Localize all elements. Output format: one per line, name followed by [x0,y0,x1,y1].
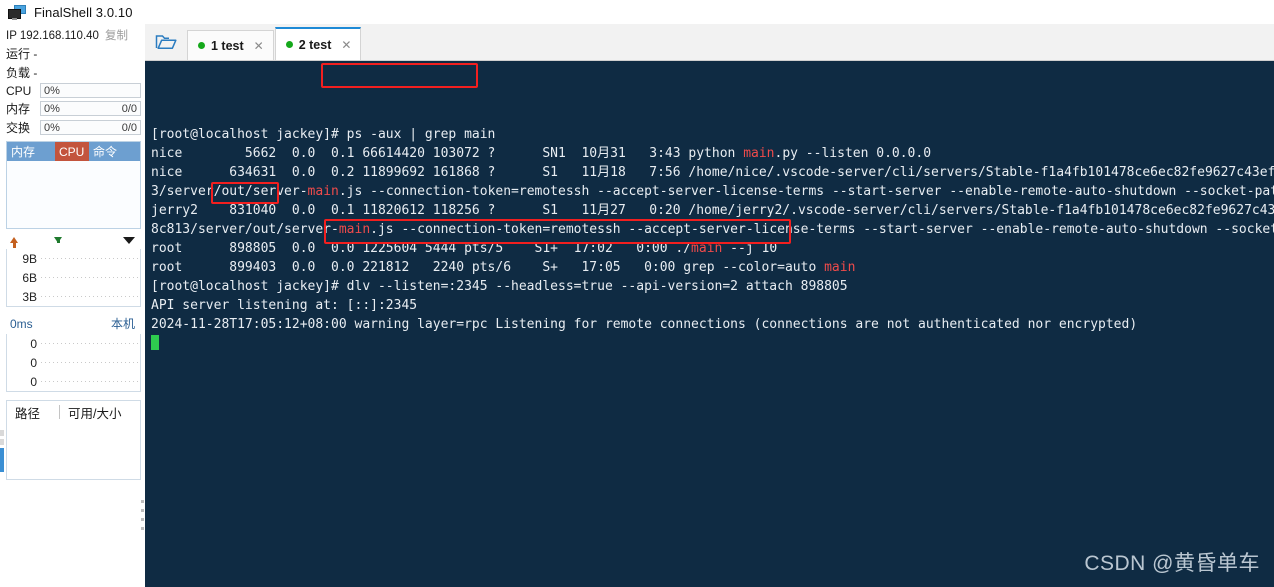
upload-arrow-icon [10,237,18,248]
window-title: FinalShell 3.0.10 [34,4,133,20]
swap-meter-row: 交换 0% 0/0 [0,118,145,137]
network-tick-3b: 3B [22,289,37,304]
line-proc-jerry2: jerry2 831040 0.0 0.1 11820612 118256 ? … [151,201,1274,220]
tab-1-test-close-icon[interactable]: ✕ [254,39,264,53]
cpu-meter-row: CPU 0% [0,82,145,99]
block-cursor-icon [151,335,159,350]
memory-meter-detail: 0/0 [121,102,137,115]
host-ip-row: IP 192.168.110.40 复制 [0,24,145,44]
terminal-text: root 899403 0.0 0.0 221812 2240 pts/6 S+… [151,260,825,275]
network-graph: 9B 6B 3B [6,249,141,307]
tab-1-test-label: 1 test [211,38,244,53]
tab-status-dot-icon [285,41,293,48]
disk-table[interactable]: 路径 可用/大小 [6,400,141,480]
terminal-match-highlight: main [743,146,775,161]
sidebar-scroll-strip[interactable] [0,430,4,587]
line-proc-nice-5662: nice 5662 0.0 0.1 66614420 103072 ? SN1 … [151,144,1274,163]
line-api-listening: API server listening at: [::]:2345 [151,296,1274,315]
terminal-text: --j 10 [722,241,778,256]
network-graph-panel: 9B 6B 3B [6,231,141,307]
swap-meter-detail: 0/0 [121,121,137,134]
terminal-text: .py --listen 0.0.0.0 [774,146,932,161]
latency-tick-3: 0 [30,374,37,389]
memory-meter-row: 内存 0% 0/0 [0,99,145,118]
terminal-pane: 1 test ✕ 2 test ✕ [root@localhost jackey… [145,24,1274,587]
terminal-text: 8c813/server/out/server- [151,222,339,237]
terminal-match-highlight: main [338,222,371,237]
network-graph-toolbar [6,231,141,249]
uptime-status: 运行 - [6,47,38,61]
cpu-meter-bar: 0% [40,83,141,98]
app-monitor-icon [8,4,26,20]
download-arrow-icon [54,237,62,243]
disk-table-header: 路径 可用/大小 [7,401,140,423]
latency-graph-header: 0ms 本机 [6,313,141,334]
network-tick-6b: 6B [22,270,37,285]
terminal-text: [root@localhost jackey]# ps -aux | grep … [151,127,496,142]
line-proc-jerry2-cont: 8c813/server/out/server-main.js --connec… [151,220,1274,239]
tab-status-dot-icon [198,42,205,49]
latency-value: 0ms [10,316,33,331]
csdn-watermark: CSDN @黄昏单车 [1084,552,1260,575]
terminal-text: 3/server/out/server- [151,184,308,199]
process-column-cpu[interactable]: CPU [55,142,89,161]
chevron-down-icon[interactable] [123,236,135,244]
latency-target[interactable]: 本机 [111,315,135,332]
terminal-text: 2024-11-28T17:05:12+08:00 warning layer=… [151,317,1138,332]
load-status: 负载 - [6,66,38,80]
swap-meter-label: 交换 [6,121,31,135]
cpu-meter-label: CPU [6,83,32,98]
process-column-memory[interactable]: 内存 [7,142,55,161]
tab-2-test[interactable]: 2 test ✕ [274,27,362,60]
latency-tick-1: 0 [30,336,37,351]
terminal-output[interactable]: [root@localhost jackey]# ps -aux | grep … [145,61,1274,587]
line-proc-nice-634631: nice 634631 0.0 0.2 11899692 161868 ? S1… [151,163,1274,182]
line-cmd-dlv: [root@localhost jackey]# dlv --listen=:2… [151,277,1274,296]
network-tick-9b: 9B [22,251,37,266]
host-ip-label: IP 192.168.110.40 [6,30,99,42]
memory-meter-label: 内存 [6,102,31,116]
memory-meter-bar: 0% 0/0 [40,101,141,116]
memory-meter-percent: 0% [44,102,60,115]
terminal-text: [root@localhost jackey]# dlv --listen=:2… [151,279,848,294]
sidebar-scroll-thumb[interactable] [0,448,4,472]
disk-column-free-size[interactable]: 可用/大小 [60,403,121,422]
swap-meter-percent: 0% [44,121,60,134]
line-proc-nice-cont: 3/server/out/server-main.js --connection… [151,182,1274,201]
session-tabbar: 1 test ✕ 2 test ✕ [145,24,1274,61]
swap-meter-bar: 0% 0/0 [40,120,141,135]
terminal-match-highlight: main [307,184,339,199]
disk-column-path[interactable]: 路径 [7,403,59,422]
terminal-match-highlight: main [691,241,723,256]
terminal-text: nice 5662 0.0 0.1 66614420 103072 ? SN1 … [151,146,744,161]
latency-graph: 0 0 0 [6,334,141,392]
line-warning-rpc: 2024-11-28T17:05:12+08:00 warning layer=… [151,315,1274,334]
latency-graph-panel: 0ms 本机 0 0 0 [6,313,141,392]
line-proc-root-899403: root 899403 0.0 0.0 221812 2240 pts/6 S+… [151,258,1274,277]
terminal-text: root 898805 0.0 0.0 1225604 5444 pts/5 S… [151,241,692,256]
terminal-text: .js --connection-token=remotessh --accep… [338,184,1274,199]
line-cmd-ps: [root@localhost jackey]# ps -aux | grep … [151,125,1274,144]
terminal-cursor-line [151,334,1274,353]
terminal-text: .js --connection-token=remotessh --accep… [370,222,1274,237]
open-folder-icon[interactable] [145,24,187,60]
latency-tick-2: 0 [30,355,37,370]
tab-1-test[interactable]: 1 test ✕ [187,30,274,60]
process-table-body [7,161,140,228]
copy-ip-button[interactable]: 复制 [105,27,128,43]
tab-2-test-label: 2 test [298,37,332,52]
terminal-text: jerry2 831040 0.0 0.1 11820612 118256 ? … [151,203,1274,218]
tab-2-test-close-icon[interactable]: ✕ [341,38,351,52]
cpu-meter-percent: 0% [44,84,60,97]
process-table[interactable]: 内存 CPU 命令 [6,141,141,229]
terminal-match-highlight: main [824,260,856,275]
host-info-sidebar: IP 192.168.110.40 复制 运行 - 负载 - CPU 0% 内存… [0,24,145,587]
process-table-header: 内存 CPU 命令 [7,142,140,161]
terminal-text: API server listening at: [::]:2345 [151,298,418,313]
line-proc-root-898805: root 898805 0.0 0.0 1225604 5444 pts/5 S… [151,239,1274,258]
terminal-text: nice 634631 0.0 0.2 11899692 161868 ? S1… [151,165,1274,180]
process-column-command[interactable]: 命令 [89,142,140,161]
window-titlebar: FinalShell 3.0.10 [0,0,1274,24]
